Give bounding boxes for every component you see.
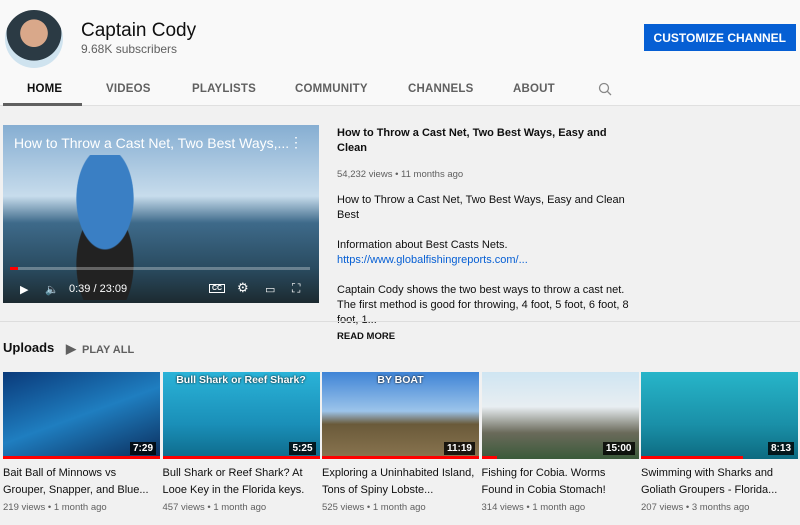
tab-community[interactable]: COMMUNITY [295,83,368,95]
play-icon: ▶ [66,341,76,356]
video-meta: 219 views • 1 month ago [3,502,107,513]
video-meta: 457 views • 1 month ago [162,502,267,513]
cast-icon[interactable]: ▭ [265,283,275,296]
watched-progress [322,456,479,459]
video-title[interactable]: Fishing for Cobia. Worms Found in Cobia … [482,465,639,499]
uploads-heading[interactable]: Uploads [3,340,54,355]
channel-header: Captain Cody 9.68K subscribers CUSTOMIZE… [0,0,800,106]
featured-title[interactable]: How to Throw a Cast Net, Two Best Ways, … [337,126,637,156]
video-card[interactable]: Bull Shark or Reef Shark? 5:25 Bull Shar… [162,372,320,513]
more-options-icon[interactable]: ⋮ [289,134,303,151]
video-thumbnail[interactable]: 7:29 [3,372,160,459]
video-frame [48,155,143,300]
video-thumbnail[interactable]: Bull Shark or Reef Shark? 5:25 [162,372,320,459]
volume-icon[interactable]: 🔈 [45,283,59,296]
thumbnail-overlay-text: Bull Shark or Reef Shark? [176,374,306,386]
video-title[interactable]: Swimming with Sharks and Goliath Grouper… [641,465,798,499]
settings-icon[interactable]: ⚙ [237,280,249,296]
video-card[interactable]: 15:00 Fishing for Cobia. Worms Found in … [481,372,639,513]
video-card[interactable]: 7:29 Bait Ball of Minnows vs Grouper, Sn… [3,372,160,513]
watched-progress [481,456,498,459]
read-more-button[interactable]: READ MORE [337,329,637,344]
description-line: How to Throw a Cast Net, Two Best Ways, … [337,194,625,221]
video-meta: 207 views • 3 months ago [641,502,750,513]
video-thumbnail[interactable]: 8:13 [641,372,798,459]
tab-playlists[interactable]: PLAYLISTS [192,83,256,95]
video-thumbnail[interactable]: BY BOAT 11:19 [322,372,479,459]
video-card[interactable]: BY BOAT 11:19 Exploring a Uninhabited Is… [322,372,479,513]
time-display: 0:39 / 23:09 [69,283,128,295]
tab-videos[interactable]: VIDEOS [106,83,151,95]
tab-home[interactable]: HOME [27,83,62,95]
video-title[interactable]: Bait Ball of Minnows vs Grouper, Snapper… [3,465,160,499]
video-duration: 7:29 [129,442,156,455]
video-card[interactable]: 8:13 Swimming with Sharks and Goliath Gr… [641,372,798,513]
video-duration: 5:25 [289,442,316,455]
fullscreen-icon[interactable]: ⛶ [292,281,300,296]
video-meta: 525 views • 1 month ago [322,502,426,513]
play-all-label: PLAY ALL [82,344,135,356]
video-duration: 11:19 [443,442,475,455]
video-meta: 314 views • 1 month ago [481,502,586,513]
video-duration: 8:13 [767,442,794,455]
player-title[interactable]: How to Throw a Cast Net, Two Best Ways,.… [14,135,294,151]
video-title[interactable]: Exploring a Uninhabited Island, Tons of … [322,465,479,499]
video-thumbnail[interactable]: 15:00 [481,372,639,459]
watched-progress [162,456,320,459]
watched-progress [3,456,160,459]
watched-progress [641,456,744,459]
tab-about[interactable]: ABOUT [513,83,555,95]
video-duration: 15:00 [602,442,635,455]
progress-bar[interactable] [10,267,310,270]
captions-icon[interactable]: CC [209,284,226,293]
avatar[interactable] [5,10,63,68]
video-title[interactable]: Bull Shark or Reef Shark? At Looe Key in… [163,465,320,499]
play-all-button[interactable]: ▶ PLAY ALL [66,341,134,357]
divider [0,321,800,322]
featured-description: How to Throw a Cast Net, Two Best Ways, … [337,126,637,344]
tab-channels[interactable]: CHANNELS [408,83,474,95]
play-icon[interactable]: ▶ [20,283,28,296]
featured-video-player[interactable]: How to Throw a Cast Net, Two Best Ways,.… [3,125,319,303]
channel-name: Captain Cody [81,20,197,41]
featured-meta: 54,232 views • 11 months ago [337,169,464,180]
description-line: Information about Best Casts Nets. [337,239,508,251]
subscriber-count: 9.68K subscribers [81,42,178,56]
customize-channel-button[interactable]: CUSTOMIZE CHANNEL [643,24,796,51]
description-link[interactable]: https://www.globalfishingreports.com/... [337,253,637,268]
active-tab-indicator [3,103,82,106]
search-icon[interactable] [598,82,612,96]
thumbnail-overlay-text: BY BOAT [377,374,424,386]
